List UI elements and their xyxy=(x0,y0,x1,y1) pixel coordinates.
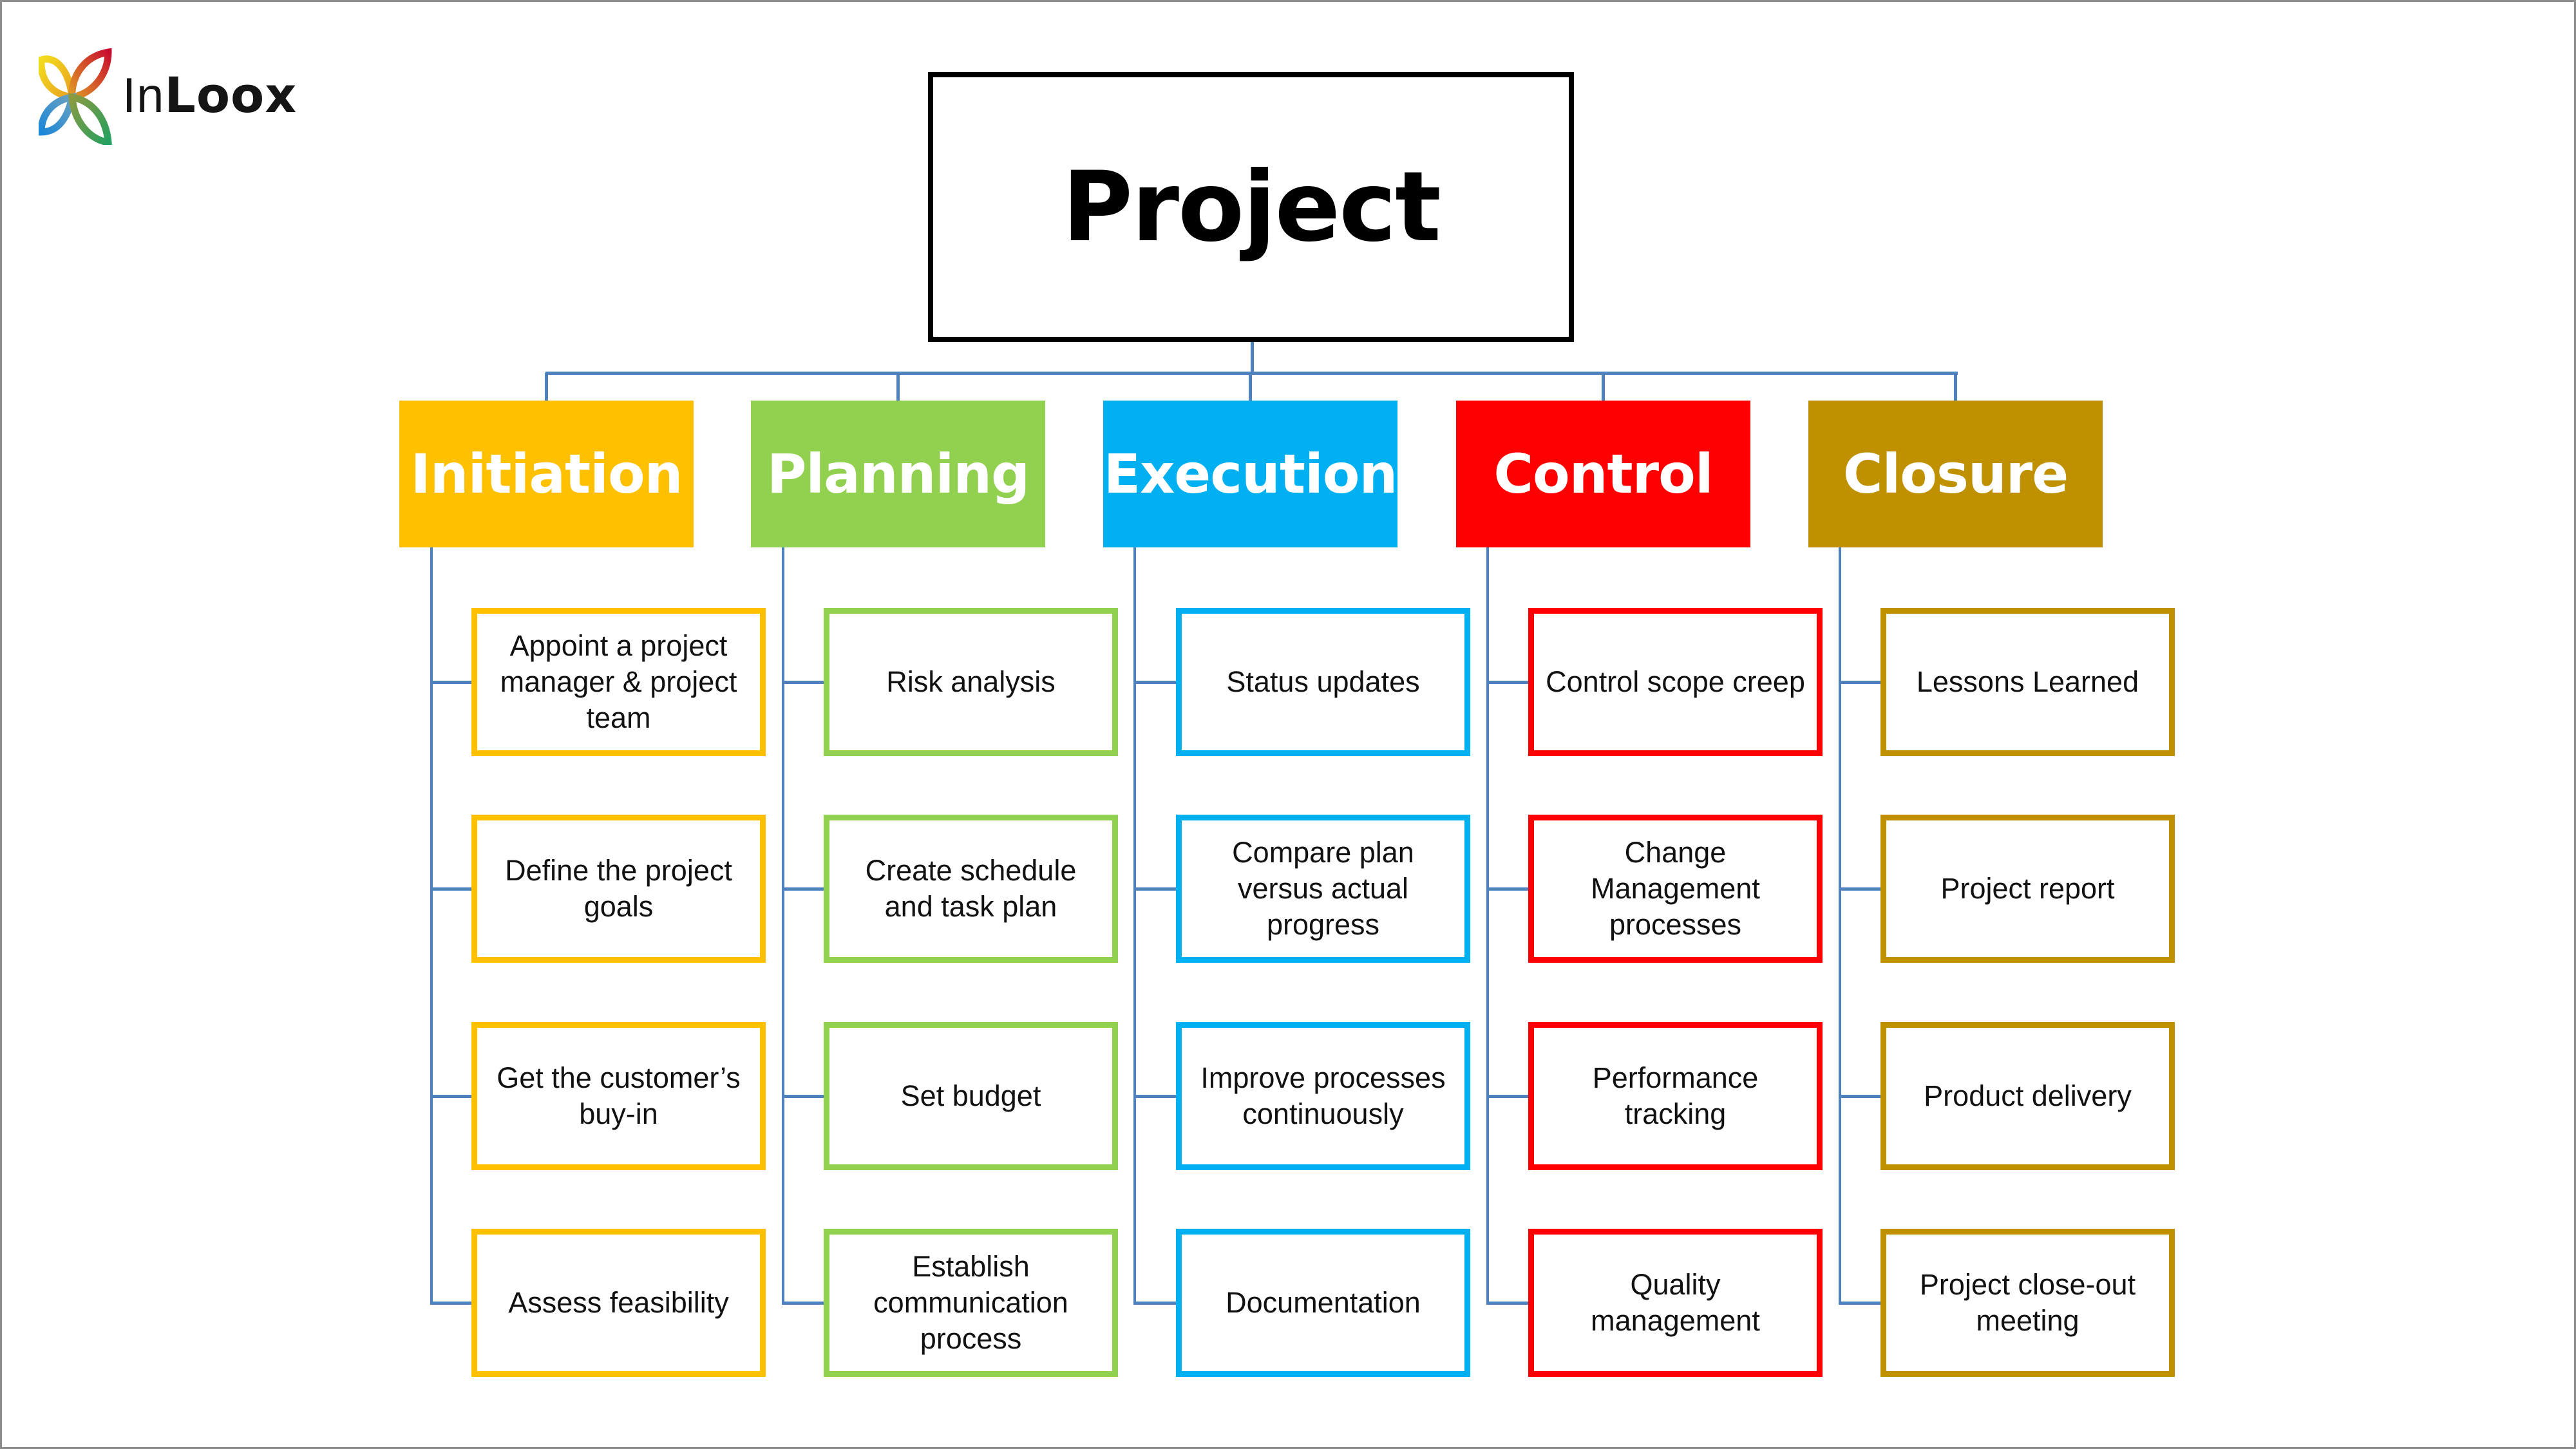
task-branch-connector xyxy=(1839,1095,1880,1098)
phase-node-control: Control xyxy=(1456,401,1750,547)
root-drop-connector xyxy=(1251,342,1254,374)
task-label: Create schedule and task plan xyxy=(865,854,1077,923)
phase-label: Initiation xyxy=(410,442,683,506)
task-node: Define the project goals xyxy=(471,815,766,963)
task-label: Change Management processes xyxy=(1591,836,1760,941)
task-branch-connector xyxy=(1839,887,1880,891)
task-branch-connector xyxy=(1133,681,1176,684)
task-node: Appoint a project manager & project team xyxy=(471,608,766,756)
task-node: Control scope creep xyxy=(1528,608,1823,756)
phase-node-planning: Planning xyxy=(751,401,1045,547)
task-label: Appoint a project manager & project team xyxy=(500,629,737,734)
task-branch-connector xyxy=(1839,681,1880,684)
root-project-label: Project xyxy=(1062,151,1441,263)
task-node: Set budget xyxy=(824,1022,1118,1170)
phase-drop-connector xyxy=(1602,373,1605,401)
brand-bold: Loox xyxy=(164,66,298,124)
task-node: Quality management xyxy=(1528,1229,1823,1377)
task-node: Assess feasibility xyxy=(471,1229,766,1377)
task-branch-connector xyxy=(430,1095,471,1098)
task-branch-connector xyxy=(1133,887,1176,891)
root-project-node: Project xyxy=(928,72,1574,342)
task-branch-connector xyxy=(430,887,471,891)
task-node: Project close-out meeting xyxy=(1880,1229,2175,1377)
task-branch-connector xyxy=(430,681,471,684)
phase-label: Execution xyxy=(1103,442,1398,506)
task-label: Project report xyxy=(1940,872,2115,905)
task-branch-connector xyxy=(782,1302,824,1305)
task-label: Assess feasibility xyxy=(508,1286,729,1319)
task-branch-connector xyxy=(430,1302,471,1305)
phase-spine-connector xyxy=(1133,547,1136,1302)
task-label: Lessons Learned xyxy=(1916,665,2139,698)
task-node: Get the customer’s buy-in xyxy=(471,1022,766,1170)
task-node: Product delivery xyxy=(1880,1022,2175,1170)
task-node: Establish communication process xyxy=(824,1229,1118,1377)
task-label: Control scope creep xyxy=(1546,665,1805,698)
task-label: Set budget xyxy=(900,1079,1041,1112)
phase-node-initiation: Initiation xyxy=(399,401,694,547)
task-label: Documentation xyxy=(1226,1286,1421,1319)
phase-spine-connector xyxy=(430,547,433,1302)
phase-drop-connector xyxy=(896,373,900,401)
phase-spine-connector xyxy=(1839,547,1841,1302)
task-branch-connector xyxy=(782,1095,824,1098)
brand-light: In xyxy=(122,68,165,123)
phase-label: Closure xyxy=(1842,442,2069,506)
phase-drop-connector xyxy=(1954,373,1957,401)
task-label: Get the customer’s buy-in xyxy=(497,1061,741,1130)
task-branch-connector xyxy=(1486,887,1528,891)
phase-node-execution: Execution xyxy=(1103,401,1397,547)
task-branch-connector xyxy=(782,887,824,891)
task-label: Status updates xyxy=(1226,665,1420,698)
task-node: Project report xyxy=(1880,815,2175,963)
inloox-flower-icon xyxy=(39,48,112,145)
task-label: Define the project goals xyxy=(505,854,732,923)
task-branch-connector xyxy=(1486,1302,1528,1305)
task-label: Performance tracking xyxy=(1592,1061,1759,1130)
phase-label: Planning xyxy=(766,442,1030,506)
task-branch-connector xyxy=(1133,1095,1176,1098)
task-node: Lessons Learned xyxy=(1880,608,2175,756)
task-label: Project close-out meeting xyxy=(1919,1268,2136,1337)
task-node: Documentation xyxy=(1176,1229,1470,1377)
phase-drop-connector xyxy=(1249,373,1252,401)
task-label: Product delivery xyxy=(1924,1079,2132,1112)
task-label: Improve processes continuously xyxy=(1200,1061,1446,1130)
task-branch-connector xyxy=(1486,1095,1528,1098)
task-branch-connector xyxy=(782,681,824,684)
task-node: Performance tracking xyxy=(1528,1022,1823,1170)
task-label: Establish communication process xyxy=(873,1250,1068,1355)
phase-label: Control xyxy=(1493,442,1713,506)
task-branch-connector xyxy=(1839,1302,1880,1305)
task-node: Improve processes continuously xyxy=(1176,1022,1470,1170)
task-branch-connector xyxy=(1133,1302,1176,1305)
task-node: Change Management processes xyxy=(1528,815,1823,963)
task-node: Risk analysis xyxy=(824,608,1118,756)
inloox-logo: InLoox xyxy=(39,48,309,145)
task-label: Compare plan versus actual progress xyxy=(1232,836,1414,941)
task-node: Status updates xyxy=(1176,608,1470,756)
inloox-wordmark: InLoox xyxy=(122,66,297,124)
task-label: Quality management xyxy=(1591,1268,1760,1337)
task-node: Compare plan versus actual progress xyxy=(1176,815,1470,963)
phase-spine-connector xyxy=(1486,547,1489,1302)
task-node: Create schedule and task plan xyxy=(824,815,1118,963)
task-label: Risk analysis xyxy=(886,665,1056,698)
phase-node-closure: Closure xyxy=(1808,401,2103,547)
phase-spine-connector xyxy=(782,547,784,1302)
task-branch-connector xyxy=(1486,681,1528,684)
phase-drop-connector xyxy=(545,373,548,401)
